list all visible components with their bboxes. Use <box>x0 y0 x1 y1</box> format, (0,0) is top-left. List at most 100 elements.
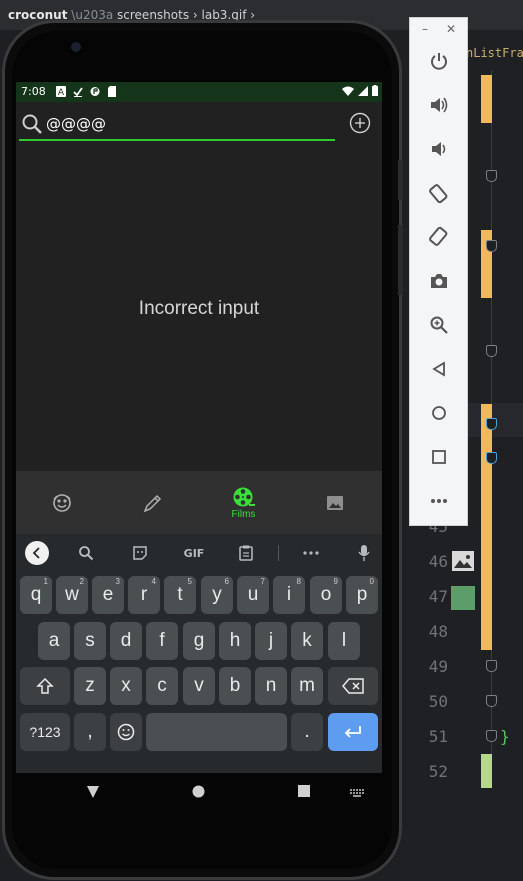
key-r[interactable]: r4 <box>128 576 160 614</box>
key-u[interactable]: u7 <box>237 576 269 614</box>
fold-icon[interactable] <box>486 452 497 464</box>
key-y[interactable]: y6 <box>201 576 233 614</box>
more-options-button[interactable] <box>299 541 323 565</box>
key-l[interactable]: l <box>328 622 360 660</box>
zoom-button[interactable] <box>425 311 453 339</box>
editor-class-name: nListFragm <box>466 46 523 60</box>
svg-text:A: A <box>58 88 65 97</box>
key-i[interactable]: i8 <box>273 576 305 614</box>
back-icon <box>432 361 445 377</box>
emulator-toolbar: – ✕ <box>409 17 468 526</box>
line-number: 48 <box>428 622 448 641</box>
shift-key[interactable] <box>20 667 70 705</box>
key-e[interactable]: e3 <box>92 576 124 614</box>
key-j[interactable]: j <box>255 622 287 660</box>
home-icon[interactable] <box>192 785 205 798</box>
key-q[interactable]: q1 <box>20 576 52 614</box>
add-icon[interactable] <box>349 112 371 134</box>
key-d[interactable]: d <box>110 622 142 660</box>
key-x[interactable]: x <box>110 667 142 705</box>
search-icon[interactable] <box>21 113 43 135</box>
notification-circle-icon <box>90 87 100 96</box>
comma-key[interactable]: , <box>74 713 106 751</box>
rotate-left-button[interactable] <box>425 179 453 207</box>
key-f[interactable]: f <box>146 622 178 660</box>
close-button[interactable]: ✕ <box>446 22 456 36</box>
fold-icon[interactable] <box>486 660 497 672</box>
more-icon <box>303 551 319 555</box>
fold-icon[interactable] <box>486 695 497 707</box>
nav-item-films-label: Films <box>231 508 256 520</box>
sticker-button[interactable] <box>128 541 152 565</box>
clipboard-button[interactable] <box>234 541 258 565</box>
fold-icon[interactable] <box>486 345 497 357</box>
overview-icon[interactable] <box>298 785 310 797</box>
emoji-icon <box>117 723 135 741</box>
home-icon <box>432 406 446 420</box>
key-t[interactable]: t5 <box>164 576 196 614</box>
rotate-right-icon <box>429 226 448 246</box>
device-side-button[interactable] <box>398 225 403 295</box>
line-number: 51 <box>428 727 448 746</box>
signal-icon <box>358 85 368 96</box>
key-w[interactable]: w2 <box>56 576 88 614</box>
back-button[interactable] <box>425 355 453 383</box>
nav-item-films[interactable]: Films <box>198 471 289 534</box>
key-o[interactable]: o9 <box>310 576 342 614</box>
nav-item-smiley[interactable] <box>16 471 107 534</box>
key-h[interactable]: h <box>219 622 251 660</box>
line-number: 47 <box>428 587 448 606</box>
emoji-key[interactable] <box>110 713 142 751</box>
more-button[interactable] <box>425 487 453 515</box>
added-marker[interactable] <box>481 754 492 788</box>
backspace-key[interactable] <box>328 667 378 705</box>
smiley-icon <box>52 493 71 512</box>
key-v[interactable]: v <box>183 667 215 705</box>
fold-icon[interactable] <box>486 418 497 430</box>
screenshot-button[interactable] <box>425 267 453 295</box>
back-icon[interactable] <box>86 785 100 799</box>
pencil-icon <box>143 494 161 512</box>
key-p[interactable]: p0 <box>346 576 378 614</box>
symbols-key[interactable]: ?123 <box>20 713 70 751</box>
minimize-button[interactable]: – <box>422 22 428 36</box>
nav-item-edit[interactable] <box>107 471 198 534</box>
rotate-right-button[interactable] <box>425 223 453 251</box>
volume-up-button[interactable] <box>425 91 453 119</box>
key-b[interactable]: b <box>219 667 251 705</box>
fold-icon[interactable] <box>486 730 497 742</box>
period-key[interactable]: . <box>291 713 323 751</box>
nav-item-gallery[interactable] <box>289 471 380 534</box>
key-n[interactable]: n <box>255 667 287 705</box>
enter-key[interactable] <box>328 713 378 751</box>
fold-icon[interactable] <box>486 170 497 182</box>
keyboard-switch-icon[interactable] <box>350 789 364 797</box>
space-key[interactable] <box>146 713 287 751</box>
key-z[interactable]: z <box>74 667 106 705</box>
home-button[interactable] <box>425 399 453 427</box>
key-m[interactable]: m <box>291 667 323 705</box>
key-g[interactable]: g <box>183 622 215 660</box>
key-a[interactable]: a <box>38 622 70 660</box>
zoom-icon <box>430 316 448 334</box>
volume-down-button[interactable] <box>425 135 453 163</box>
fold-icon[interactable] <box>486 240 497 252</box>
keyboard-search-button[interactable] <box>74 541 98 565</box>
power-button[interactable] <box>425 47 453 75</box>
search-input[interactable] <box>46 112 326 136</box>
change-marker[interactable] <box>481 75 492 123</box>
change-marker[interactable] <box>481 404 492 650</box>
line-number: 50 <box>428 692 448 711</box>
key-c[interactable]: c <box>146 667 178 705</box>
bottom-navigation: Films <box>16 471 382 534</box>
key-s[interactable]: s <box>74 622 106 660</box>
device-side-button[interactable] <box>398 160 403 200</box>
collapse-toolbar-button[interactable] <box>25 541 49 565</box>
microphone-icon <box>358 545 370 561</box>
gif-button[interactable]: GIF <box>180 541 208 565</box>
voice-input-button[interactable] <box>352 541 376 565</box>
overview-button[interactable] <box>425 443 453 471</box>
key-k[interactable]: k <box>291 622 323 660</box>
more-icon <box>431 499 447 503</box>
status-time: 7:08 <box>21 85 46 98</box>
